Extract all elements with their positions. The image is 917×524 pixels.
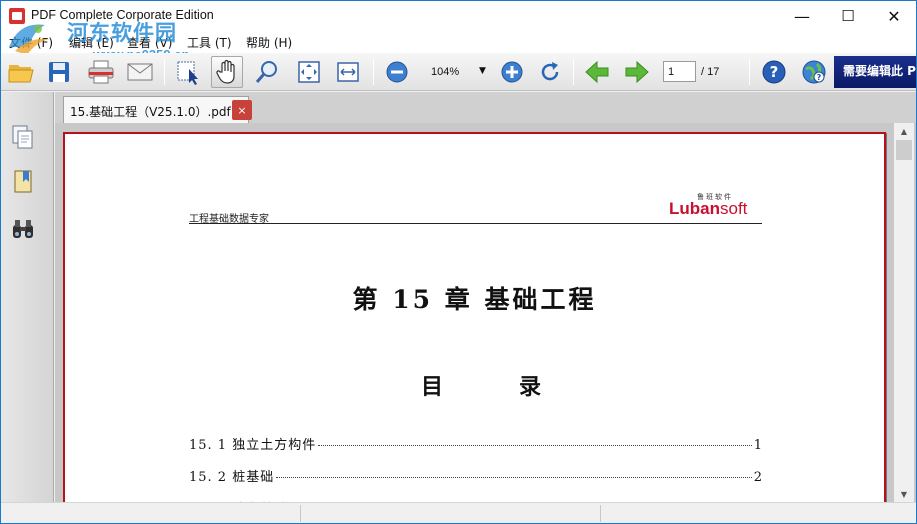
toc-entry-title: 15. 2 桩基础 bbox=[189, 470, 275, 485]
zoom-dropdown-arrow[interactable]: ▼ bbox=[479, 66, 486, 76]
menu-edit[interactable]: 编辑 (E) bbox=[69, 34, 114, 51]
hand-tool-button[interactable] bbox=[211, 56, 243, 88]
svg-text:?: ? bbox=[770, 63, 779, 81]
scroll-up-arrow-icon[interactable]: ▲ bbox=[894, 123, 914, 139]
logo-bold-text: Luban bbox=[669, 199, 720, 218]
select-text-icon bbox=[177, 61, 198, 85]
bookmarks-panel-button[interactable] bbox=[10, 169, 36, 195]
zoom-in-button[interactable] bbox=[496, 56, 528, 88]
menu-tools[interactable]: 工具 (T) bbox=[187, 34, 232, 51]
vertical-scrollbar[interactable]: ▲ ▼ bbox=[894, 123, 914, 502]
pdf-page[interactable]: 工程基础数据专家 鲁班软件 Lubansoft 第 15 章 基础工程 目录 1… bbox=[63, 132, 886, 517]
magnifier-icon bbox=[255, 61, 277, 83]
logo-light-text: soft bbox=[720, 199, 748, 218]
toc-leader-dots bbox=[318, 445, 752, 446]
toc-entry[interactable]: 15. 1 独立土方构件 1 bbox=[189, 434, 762, 453]
svg-text:?: ? bbox=[817, 73, 822, 82]
status-separator bbox=[600, 505, 601, 522]
menu-bar: 文件 (F) 编辑 (E) 查看 (V) 工具 (T) 帮助 (H) bbox=[1, 31, 916, 53]
save-icon bbox=[49, 62, 69, 82]
document-viewport[interactable]: 15.基础工程（V25.1.0）.pdf × 工程基础数据专家 鲁班软件 Lub… bbox=[55, 92, 916, 517]
document-tab-label: 15.基础工程（V25.1.0）.pdf bbox=[70, 105, 231, 119]
zoom-in-icon bbox=[501, 61, 523, 83]
close-button[interactable]: ✕ bbox=[871, 1, 916, 31]
previous-page-button[interactable] bbox=[581, 56, 613, 88]
toc-entry-title: 15. 1 独立土方构件 bbox=[189, 438, 317, 453]
maximize-button[interactable]: ☐ bbox=[825, 1, 871, 31]
select-text-button[interactable] bbox=[172, 56, 204, 88]
find-panel-button[interactable] bbox=[10, 216, 36, 242]
print-button[interactable] bbox=[85, 56, 117, 88]
toolbar-separator bbox=[373, 59, 374, 85]
scroll-down-arrow-icon[interactable]: ▼ bbox=[894, 486, 914, 502]
status-separator bbox=[300, 505, 301, 522]
window-title: PDF Complete Corporate Edition bbox=[31, 8, 214, 22]
menu-view[interactable]: 查看 (V) bbox=[127, 34, 172, 51]
fit-width-button[interactable] bbox=[332, 56, 364, 88]
document-tab-strip: 15.基础工程（V25.1.0）.pdf × bbox=[55, 92, 916, 123]
toc-entry-page: 1 bbox=[753, 438, 762, 453]
hand-pan-icon bbox=[216, 59, 235, 84]
next-page-button[interactable] bbox=[621, 56, 653, 88]
lubansoft-logo: Lubansoft bbox=[669, 199, 747, 219]
find-binoculars-icon bbox=[13, 220, 33, 238]
toc-entry-page: 2 bbox=[753, 470, 762, 485]
zoom-out-icon bbox=[386, 61, 408, 83]
help-button[interactable]: ? bbox=[758, 56, 790, 88]
previous-page-icon bbox=[585, 60, 609, 84]
app-window: PDF Complete Corporate Edition — ☐ ✕ 文件 … bbox=[0, 0, 917, 524]
toc-entry[interactable]: 15. 2 桩基础 2 bbox=[189, 466, 762, 485]
next-page-icon bbox=[625, 60, 649, 84]
page-total-label: / 17 bbox=[701, 66, 720, 78]
pdf-app-icon bbox=[9, 8, 25, 24]
pages-thumbnails-icon bbox=[12, 125, 33, 149]
fit-width-icon bbox=[337, 62, 359, 82]
edit-pdf-promo-banner[interactable]: 需要编辑此 PDF? bbox=[834, 56, 916, 88]
pages-panel-button[interactable] bbox=[10, 124, 36, 150]
left-side-panel bbox=[1, 92, 54, 502]
zoom-tool-button[interactable] bbox=[251, 56, 283, 88]
open-button[interactable] bbox=[5, 56, 37, 88]
rotate-button[interactable] bbox=[534, 56, 566, 88]
toolbar-separator bbox=[749, 59, 750, 85]
header-rule bbox=[189, 223, 762, 224]
print-icon bbox=[88, 60, 114, 84]
menu-file[interactable]: 文件 (F) bbox=[9, 34, 53, 51]
open-folder-icon bbox=[8, 65, 34, 83]
minimize-button[interactable]: — bbox=[779, 1, 825, 31]
fit-page-icon bbox=[298, 61, 320, 83]
toolbar-separator bbox=[164, 59, 165, 85]
page-number-input[interactable] bbox=[663, 61, 696, 82]
fit-page-button[interactable] bbox=[293, 56, 325, 88]
status-bar bbox=[1, 502, 916, 523]
update-button[interactable]: ? bbox=[798, 56, 830, 88]
help-icon: ? bbox=[762, 60, 786, 84]
save-button[interactable] bbox=[43, 56, 75, 88]
menu-help[interactable]: 帮助 (H) bbox=[246, 34, 292, 51]
email-icon bbox=[127, 63, 153, 81]
zoom-out-button[interactable] bbox=[381, 56, 413, 88]
email-button[interactable] bbox=[124, 56, 156, 88]
update-globe-icon: ? bbox=[802, 60, 826, 84]
toc-title: 目录 bbox=[421, 374, 541, 400]
document-tab[interactable]: 15.基础工程（V25.1.0）.pdf × bbox=[63, 96, 252, 123]
bookmarks-icon bbox=[14, 170, 32, 193]
chapter-title: 第 15 章 基础工程 bbox=[352, 285, 597, 314]
toolbar-separator bbox=[573, 59, 574, 85]
zoom-level-value[interactable]: 104% bbox=[431, 66, 459, 78]
toc-leader-dots bbox=[276, 477, 752, 478]
rotate-icon bbox=[541, 62, 559, 81]
scrollbar-thumb[interactable] bbox=[896, 140, 912, 160]
title-bar[interactable]: PDF Complete Corporate Edition — ☐ ✕ bbox=[1, 1, 916, 31]
close-tab-icon[interactable]: × bbox=[232, 100, 252, 120]
main-toolbar: 104% ▼ / 17 bbox=[1, 53, 916, 91]
